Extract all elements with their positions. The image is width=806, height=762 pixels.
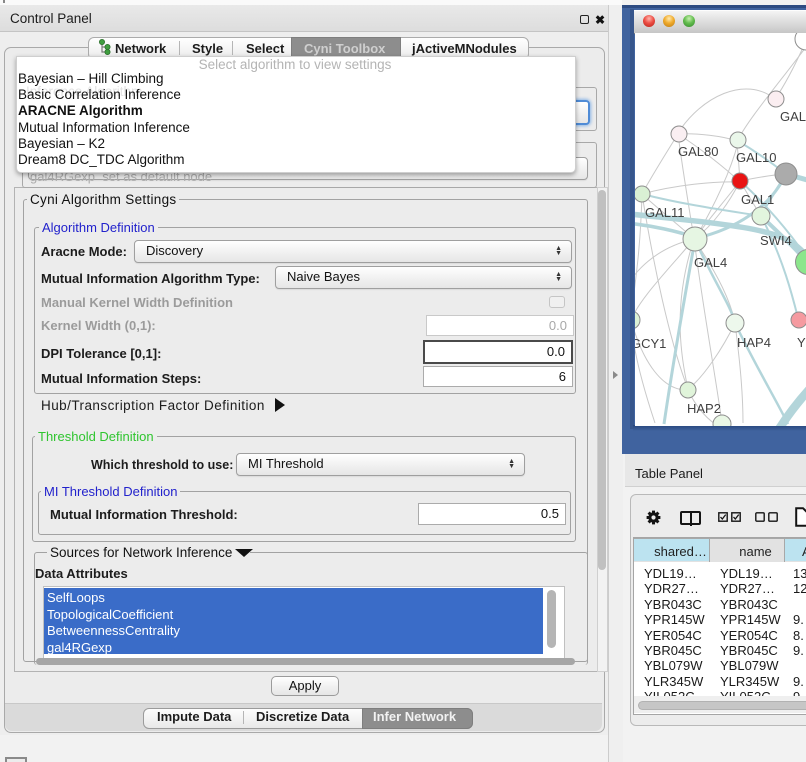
svg-text:GAL80: GAL80	[678, 144, 718, 159]
svg-text:GAL4: GAL4	[694, 255, 727, 270]
svg-text:GAL11: GAL11	[645, 205, 685, 220]
svg-text:GAL: GAL	[780, 109, 806, 124]
svg-text:HAP4: HAP4	[737, 335, 771, 350]
svg-text:HAP2: HAP2	[687, 401, 721, 416]
svg-text:GCY1: GCY1	[635, 336, 666, 351]
svg-text:GAL10: GAL10	[736, 150, 776, 165]
svg-text:Y: Y	[797, 335, 806, 350]
svg-text:SWI4: SWI4	[760, 233, 792, 248]
svg-text:GAL1: GAL1	[741, 192, 774, 207]
